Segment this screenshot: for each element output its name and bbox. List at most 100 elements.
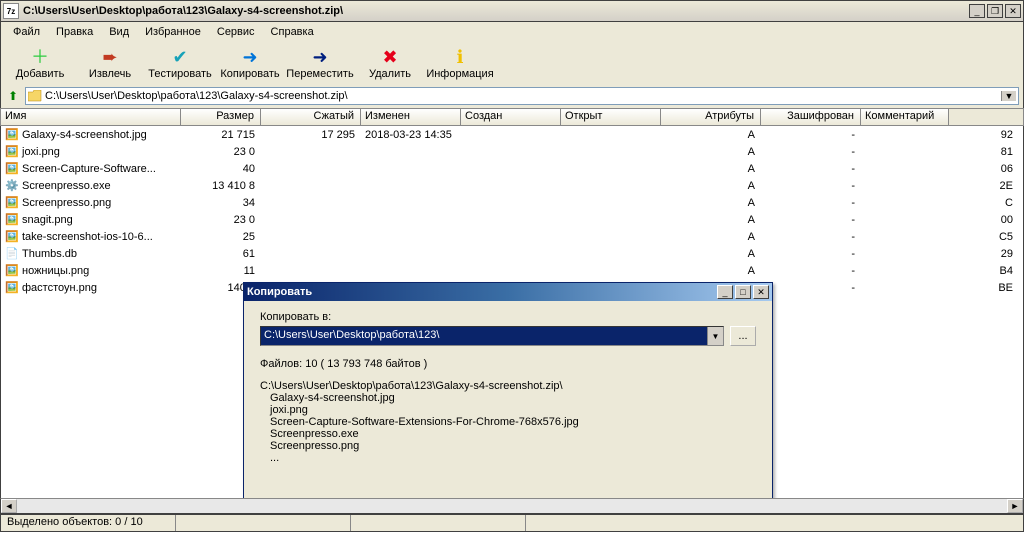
dialog-title: Копировать: [247, 286, 715, 298]
table-row[interactable]: 🖼️take-screenshot-ios-10-6... 25 A - C5: [1, 228, 1023, 245]
file-name: Screen-Capture-Software...: [22, 163, 156, 175]
file-extra: 2E: [949, 180, 1019, 192]
file-name: фастстоун.png: [22, 282, 97, 294]
toolbar-добавить[interactable]: ＋Добавить: [5, 42, 75, 84]
file-packed: 17 295: [261, 129, 361, 141]
file-size: 23 0: [181, 146, 261, 158]
dialog-file-block: C:\Users\User\Desktop\работа\123\Galaxy-…: [260, 380, 756, 464]
table-row[interactable]: 🖼️Galaxy-s4-screenshot.jpg 21 715 17 295…: [1, 126, 1023, 143]
chevron-down-icon[interactable]: ▼: [707, 327, 723, 345]
col-modified[interactable]: Изменен: [361, 109, 461, 125]
maximize-button[interactable]: ❐: [987, 4, 1003, 18]
dialog-close-button[interactable]: ✕: [753, 285, 769, 299]
col-size[interactable]: Размер: [181, 109, 261, 125]
добавить-icon: ＋: [31, 47, 49, 67]
toolbar-извлечь[interactable]: ➨Извлечь: [75, 42, 145, 84]
dialog-minimize-button[interactable]: _: [717, 285, 733, 299]
toolbar-label: Копировать: [220, 68, 279, 80]
col-accessed[interactable]: Открыт: [561, 109, 661, 125]
close-button[interactable]: ✕: [1005, 4, 1021, 18]
table-row[interactable]: ⚙️Screenpresso.exe 13 410 8 A - 2E: [1, 177, 1023, 194]
toolbar-копировать[interactable]: ➜Копировать: [215, 42, 285, 84]
file-encrypted: -: [761, 146, 861, 158]
toolbar-удалить[interactable]: ✖Удалить: [355, 42, 425, 84]
table-row[interactable]: 🖼️ножницы.png 11 A - B4: [1, 262, 1023, 279]
тестировать-icon: ✔: [172, 47, 187, 67]
minimize-button[interactable]: _: [969, 4, 985, 18]
col-comment[interactable]: Комментарий: [861, 109, 949, 125]
file-attr: A: [661, 129, 761, 141]
file-extra: BE: [949, 282, 1019, 294]
file-icon: 🖼️: [5, 128, 19, 142]
dialog-file-item: Screenpresso.exe: [270, 428, 756, 440]
col-packed[interactable]: Сжатый: [261, 109, 361, 125]
col-created[interactable]: Создан: [461, 109, 561, 125]
file-size: 23 0: [181, 214, 261, 226]
file-list[interactable]: 🖼️Galaxy-s4-screenshot.jpg 21 715 17 295…: [0, 126, 1024, 498]
table-row[interactable]: 🖼️joxi.png 23 0 A - 81: [1, 143, 1023, 160]
scroll-left-icon[interactable]: ◄: [1, 499, 17, 513]
menu-edit[interactable]: Правка: [48, 24, 101, 40]
file-name: joxi.png: [22, 146, 60, 158]
file-size: 25: [181, 231, 261, 243]
file-encrypted: -: [761, 248, 861, 260]
toolbar-информация[interactable]: ℹИнформация: [425, 42, 495, 84]
window-title: C:\Users\User\Desktop\работа\123\Galaxy-…: [23, 5, 969, 17]
dialog-file-item: Screen-Capture-Software-Extensions-For-C…: [270, 416, 756, 428]
file-modified: 2018-03-23 14:35: [361, 129, 461, 141]
menu-favorites[interactable]: Избранное: [137, 24, 209, 40]
menu-view[interactable]: Вид: [101, 24, 137, 40]
up-icon[interactable]: ⬆: [5, 88, 21, 104]
toolbar-переместить[interactable]: ➜Переместить: [285, 42, 355, 84]
dialog-file-item: ...: [270, 452, 756, 464]
scroll-right-icon[interactable]: ►: [1007, 499, 1023, 513]
file-extra: B4: [949, 265, 1019, 277]
переместить-icon: ➜: [312, 47, 327, 67]
dialog-titlebar: Копировать _ □ ✕: [244, 283, 772, 301]
table-row[interactable]: 🖼️Screen-Capture-Software... 40 A - 06: [1, 160, 1023, 177]
table-row[interactable]: 🖼️Screenpresso.png 34 A - C: [1, 194, 1023, 211]
addressbar: ⬆ C:\Users\User\Desktop\работа\123\Galax…: [0, 84, 1024, 108]
address-input[interactable]: C:\Users\User\Desktop\работа\123\Galaxy-…: [25, 87, 1019, 105]
file-icon: 🖼️: [5, 145, 19, 159]
toolbar-label: Переместить: [286, 68, 353, 80]
file-encrypted: -: [761, 197, 861, 209]
destination-value: C:\Users\User\Desktop\работа\123\: [261, 327, 707, 345]
dialog-maximize-button[interactable]: □: [735, 285, 751, 299]
table-row[interactable]: 🖼️snagit.png 23 0 A - 00: [1, 211, 1023, 228]
file-icon: 🖼️: [5, 281, 19, 295]
copy-to-label: Копировать в:: [260, 311, 756, 323]
file-name: Galaxy-s4-screenshot.jpg: [22, 129, 147, 141]
horizontal-scrollbar[interactable]: ◄ ►: [0, 498, 1024, 514]
scroll-track[interactable]: [17, 499, 1007, 513]
menu-help[interactable]: Справка: [263, 24, 322, 40]
col-name[interactable]: Имя: [1, 109, 181, 125]
file-icon: 🖼️: [5, 264, 19, 278]
browse-button[interactable]: ...: [730, 326, 756, 346]
status-panel-2: [176, 515, 351, 531]
col-encrypted[interactable]: Зашифрован: [761, 109, 861, 125]
file-name: ножницы.png: [22, 265, 89, 277]
file-icon: 🖼️: [5, 230, 19, 244]
file-size: 13 410 8: [181, 180, 261, 192]
menubar: Файл Правка Вид Избранное Сервис Справка: [0, 22, 1024, 42]
table-row[interactable]: 📄Thumbs.db 61 A - 29: [1, 245, 1023, 262]
file-extra: 81: [949, 146, 1019, 158]
address-dropdown-icon[interactable]: ▼: [1001, 91, 1016, 101]
toolbar-тестировать[interactable]: ✔Тестировать: [145, 42, 215, 84]
file-encrypted: -: [761, 231, 861, 243]
menu-file[interactable]: Файл: [5, 24, 48, 40]
file-encrypted: -: [761, 265, 861, 277]
копировать-icon: ➜: [242, 47, 257, 67]
dialog-file-item: Screenpresso.png: [270, 440, 756, 452]
destination-combo[interactable]: C:\Users\User\Desktop\работа\123\ ▼: [260, 326, 724, 346]
menu-tools[interactable]: Сервис: [209, 24, 263, 40]
status-selection: Выделено объектов: 0 / 10: [1, 515, 176, 531]
file-icon: 🖼️: [5, 196, 19, 210]
col-attr[interactable]: Атрибуты: [661, 109, 761, 125]
copy-dialog: Копировать _ □ ✕ Копировать в: C:\Users\…: [243, 282, 773, 498]
archive-path: C:\Users\User\Desktop\работа\123\Galaxy-…: [260, 380, 756, 392]
file-encrypted: -: [761, 180, 861, 192]
file-extra: C5: [949, 231, 1019, 243]
file-extra: 06: [949, 163, 1019, 175]
